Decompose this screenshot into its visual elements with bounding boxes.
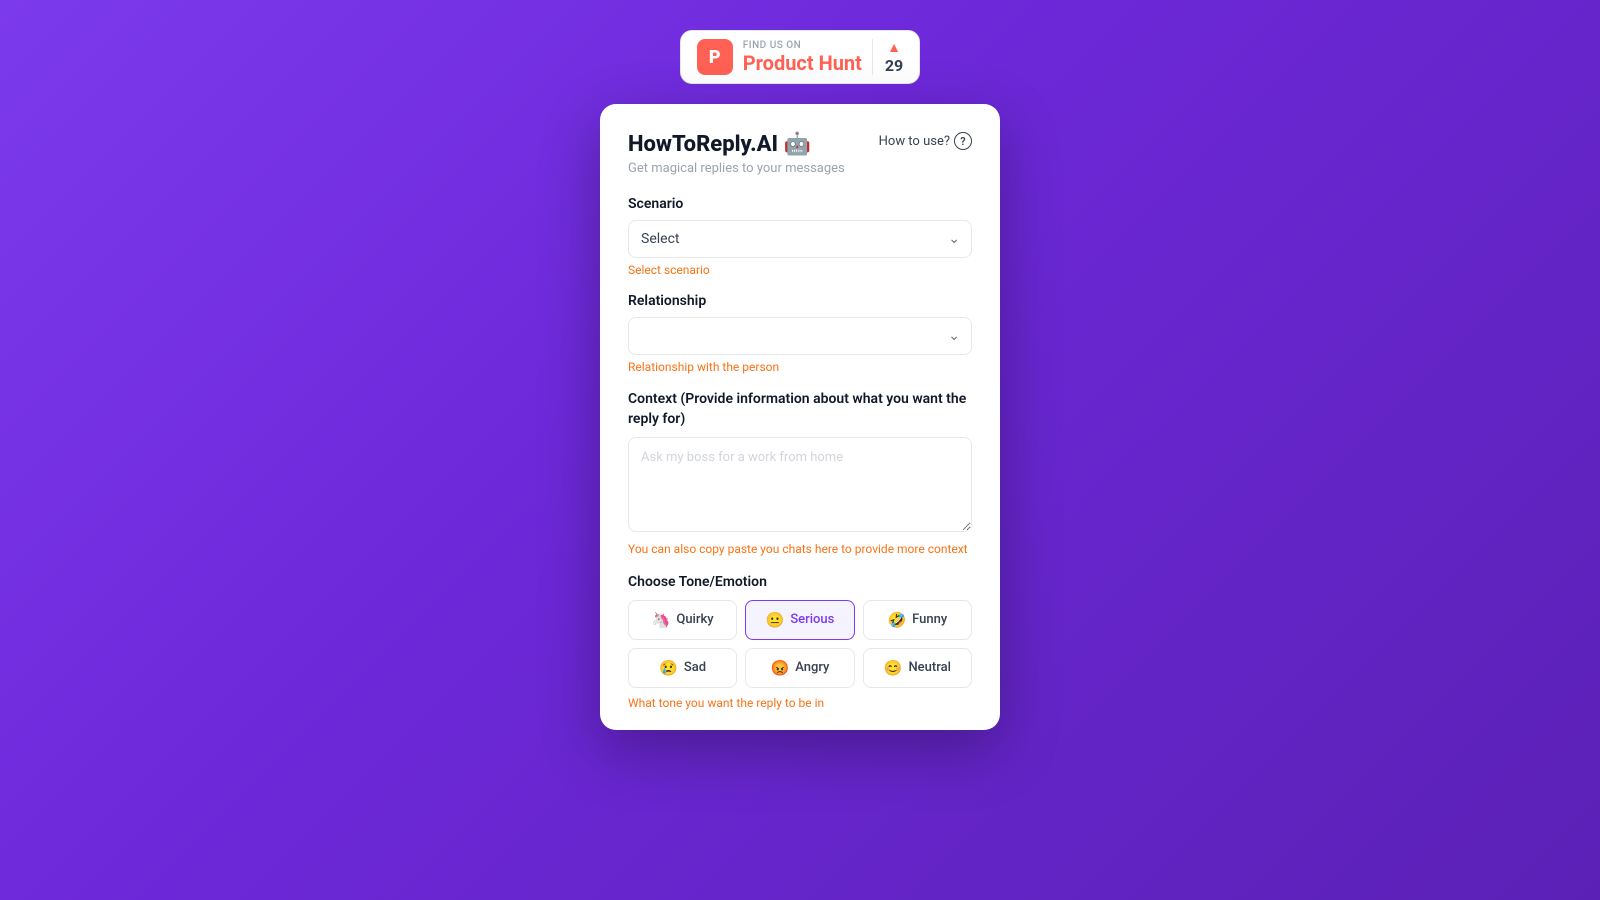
context-section: Context (Provide information about what …: [628, 390, 972, 558]
how-to-use-label: How to use?: [879, 134, 950, 149]
context-hint: You can also copy paste you chats here t…: [628, 541, 972, 558]
how-to-use-button[interactable]: How to use? ?: [879, 132, 972, 150]
tone-angry-button[interactable]: 😡 Angry: [745, 648, 854, 688]
card-header: HowToReply.AI 🤖 How to use? ?: [628, 132, 972, 157]
context-label: Context (Provide information about what …: [628, 390, 972, 429]
funny-emoji: 🤣: [887, 611, 906, 629]
product-hunt-badge[interactable]: P FIND US ON Product Hunt ▲ 29: [680, 30, 920, 84]
app-subtitle: Get magical replies to your messages: [628, 161, 972, 176]
product-hunt-logo: P: [697, 39, 733, 75]
context-textarea[interactable]: [628, 437, 972, 532]
sad-emoji: 😢: [659, 659, 678, 677]
tone-grid: 🦄 Quirky 😐 Serious 🤣 Funny 😢 Sad 😡 Angry: [628, 600, 972, 688]
quirky-label: Quirky: [676, 612, 713, 627]
neutral-label: Neutral: [908, 660, 950, 675]
tone-neutral-button[interactable]: 😊 Neutral: [863, 648, 972, 688]
quirky-emoji: 🦄: [652, 611, 671, 629]
funny-label: Funny: [912, 612, 947, 627]
relationship-section: Relationship ⌄ Relationship with the per…: [628, 293, 972, 374]
tone-serious-button[interactable]: 😐 Serious: [745, 600, 854, 640]
relationship-hint: Relationship with the person: [628, 360, 972, 374]
product-hunt-count: ▲ 29: [872, 39, 903, 75]
tone-quirky-button[interactable]: 🦄 Quirky: [628, 600, 737, 640]
tone-funny-button[interactable]: 🤣 Funny: [863, 600, 972, 640]
sad-label: Sad: [684, 660, 706, 675]
product-hunt-text: FIND US ON Product Hunt: [743, 40, 862, 75]
tone-sad-button[interactable]: 😢 Sad: [628, 648, 737, 688]
angry-label: Angry: [795, 660, 829, 675]
scenario-select[interactable]: Select: [628, 220, 972, 258]
product-hunt-name: Product Hunt: [743, 51, 862, 75]
tone-section: Choose Tone/Emotion 🦄 Quirky 😐 Serious 🤣…: [628, 574, 972, 710]
scenario-label: Scenario: [628, 196, 972, 212]
upvote-arrow-icon: ▲: [887, 39, 901, 56]
neutral-emoji: 😊: [884, 659, 903, 677]
scenario-select-wrapper: Select ⌄: [628, 220, 972, 258]
angry-emoji: 😡: [771, 659, 790, 677]
relationship-label: Relationship: [628, 293, 972, 309]
tone-label: Choose Tone/Emotion: [628, 574, 972, 590]
main-card: HowToReply.AI 🤖 How to use? ? Get magica…: [600, 104, 1000, 730]
find-us-label: FIND US ON: [743, 40, 862, 51]
question-icon: ?: [954, 132, 972, 150]
serious-label: Serious: [790, 612, 834, 627]
relationship-select[interactable]: [628, 317, 972, 355]
upvote-count: 29: [885, 56, 903, 75]
tone-hint: What tone you want the reply to be in: [628, 696, 972, 710]
scenario-section: Scenario Select ⌄ Select scenario: [628, 196, 972, 277]
serious-emoji: 😐: [766, 611, 785, 629]
scenario-hint: Select scenario: [628, 263, 972, 277]
relationship-select-wrapper: ⌄: [628, 317, 972, 355]
app-title: HowToReply.AI 🤖: [628, 132, 811, 157]
